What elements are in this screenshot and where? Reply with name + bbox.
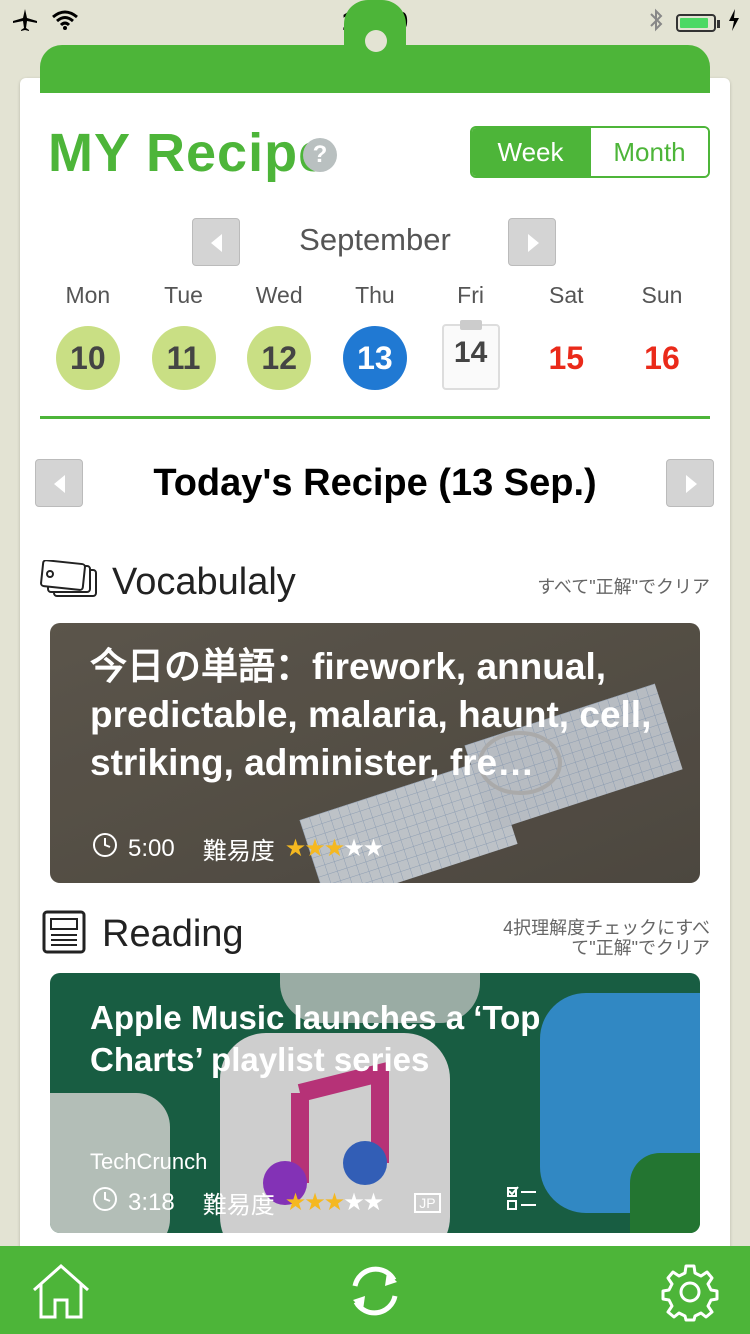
bluetooth-icon	[648, 8, 664, 37]
prev-day-button[interactable]	[35, 459, 83, 507]
reading-section-header: Reading	[40, 908, 244, 961]
day-name: Sun	[641, 282, 683, 308]
reading-clear-condition: 4択理解度チェックにすべ て"正解"でクリア	[503, 918, 710, 958]
day-fri[interactable]: Fri 14	[423, 282, 519, 390]
vocab-section-header: Vocabulaly	[40, 559, 296, 605]
reading-section-label: Reading	[102, 913, 244, 955]
day-number: 10	[55, 326, 120, 390]
day-tue[interactable]: Tue 11	[136, 282, 232, 390]
day-sun[interactable]: Sun 16	[614, 282, 710, 390]
day-number: 16	[644, 340, 680, 376]
day-number: 14	[453, 336, 488, 369]
page-title: MY Recipe	[48, 123, 330, 183]
prev-month-button[interactable]	[192, 218, 240, 266]
difficulty-label: 難易度	[202, 1192, 275, 1219]
day-number: 15	[548, 340, 585, 376]
day-name: Mon	[65, 282, 111, 308]
reading-card-meta: 3:18 難易度 ★★★★★ JP	[92, 1185, 537, 1220]
day-thu[interactable]: Thu 13	[327, 282, 423, 390]
week-strip: Mon 10 Tue 11 Wed 12 Thu 13 Fri 14 Sat 1…	[40, 282, 710, 390]
chevron-left-icon	[54, 475, 65, 493]
chevron-right-icon	[528, 234, 539, 252]
day-name: Fri	[457, 282, 484, 308]
vocab-clear-condition: すべて"正解"でクリア	[537, 577, 710, 597]
day-name: Wed	[255, 282, 303, 308]
reading-note-line1: 4択理解度チェックにすべ	[503, 918, 710, 938]
difficulty-label: 難易度	[202, 838, 275, 865]
day-name: Thu	[355, 282, 395, 308]
help-icon[interactable]: ?	[303, 138, 337, 172]
vocab-card-words: 今日の単語：firework, annual, predictable, mal…	[90, 646, 652, 783]
newspaper-icon	[40, 908, 88, 961]
chevron-right-icon	[686, 475, 697, 493]
day-wed[interactable]: Wed 12	[231, 282, 327, 390]
day-name: Sat	[549, 282, 584, 308]
difficulty-stars: ★★★★★	[284, 1189, 385, 1216]
vocab-section-label: Vocabulaly	[112, 561, 296, 603]
day-number: 11	[151, 326, 216, 390]
clock-icon	[92, 1186, 118, 1219]
settings-gear-icon[interactable]	[660, 1262, 720, 1327]
refresh-icon[interactable]	[345, 1262, 405, 1325]
clock-icon	[92, 832, 118, 865]
word-cards-icon	[40, 559, 98, 605]
language-badge: JP	[414, 1192, 441, 1213]
month-label: September	[299, 222, 451, 257]
checklist-icon	[506, 1186, 537, 1219]
day-number: 12	[247, 326, 312, 390]
vocab-time: 5:00	[128, 834, 175, 862]
chevron-left-icon	[211, 234, 222, 252]
tab-week[interactable]: Week	[472, 128, 589, 176]
day-sat[interactable]: Sat 15	[518, 282, 614, 390]
reading-card-title: Apple Music launches a ‘Top Charts’ play…	[90, 999, 541, 1078]
next-day-button[interactable]	[666, 459, 714, 507]
day-number-today: 13	[342, 326, 407, 390]
clipboard-icon: 14	[441, 320, 500, 390]
divider	[40, 416, 710, 419]
bottom-tab-bar	[0, 1246, 750, 1334]
difficulty-stars: ★★★★★	[284, 835, 385, 862]
view-toggle: Week Month	[470, 126, 710, 178]
reading-note-line2: て"正解"でクリア	[571, 938, 710, 958]
vocab-card-meta: 5:00 難易度 ★★★★★	[92, 831, 385, 866]
todays-recipe-title: Today's Recipe (13 Sep.)	[153, 462, 597, 504]
charging-icon	[728, 8, 740, 37]
battery-icon	[676, 13, 720, 32]
clipboard-hole	[365, 30, 387, 52]
next-month-button[interactable]	[508, 218, 556, 266]
home-icon[interactable]	[30, 1262, 92, 1325]
reading-card-source: TechCrunch	[90, 1149, 208, 1174]
reading-card[interactable]: Apple Music launches a ‘Top Charts’ play…	[50, 973, 700, 1233]
day-name: Tue	[164, 282, 203, 308]
vocab-card[interactable]: 今日の単語：firework, annual, predictable, mal…	[50, 623, 700, 883]
reading-time: 3:18	[128, 1188, 175, 1216]
tab-month[interactable]: Month	[589, 128, 708, 176]
day-mon[interactable]: Mon 10	[40, 282, 136, 390]
